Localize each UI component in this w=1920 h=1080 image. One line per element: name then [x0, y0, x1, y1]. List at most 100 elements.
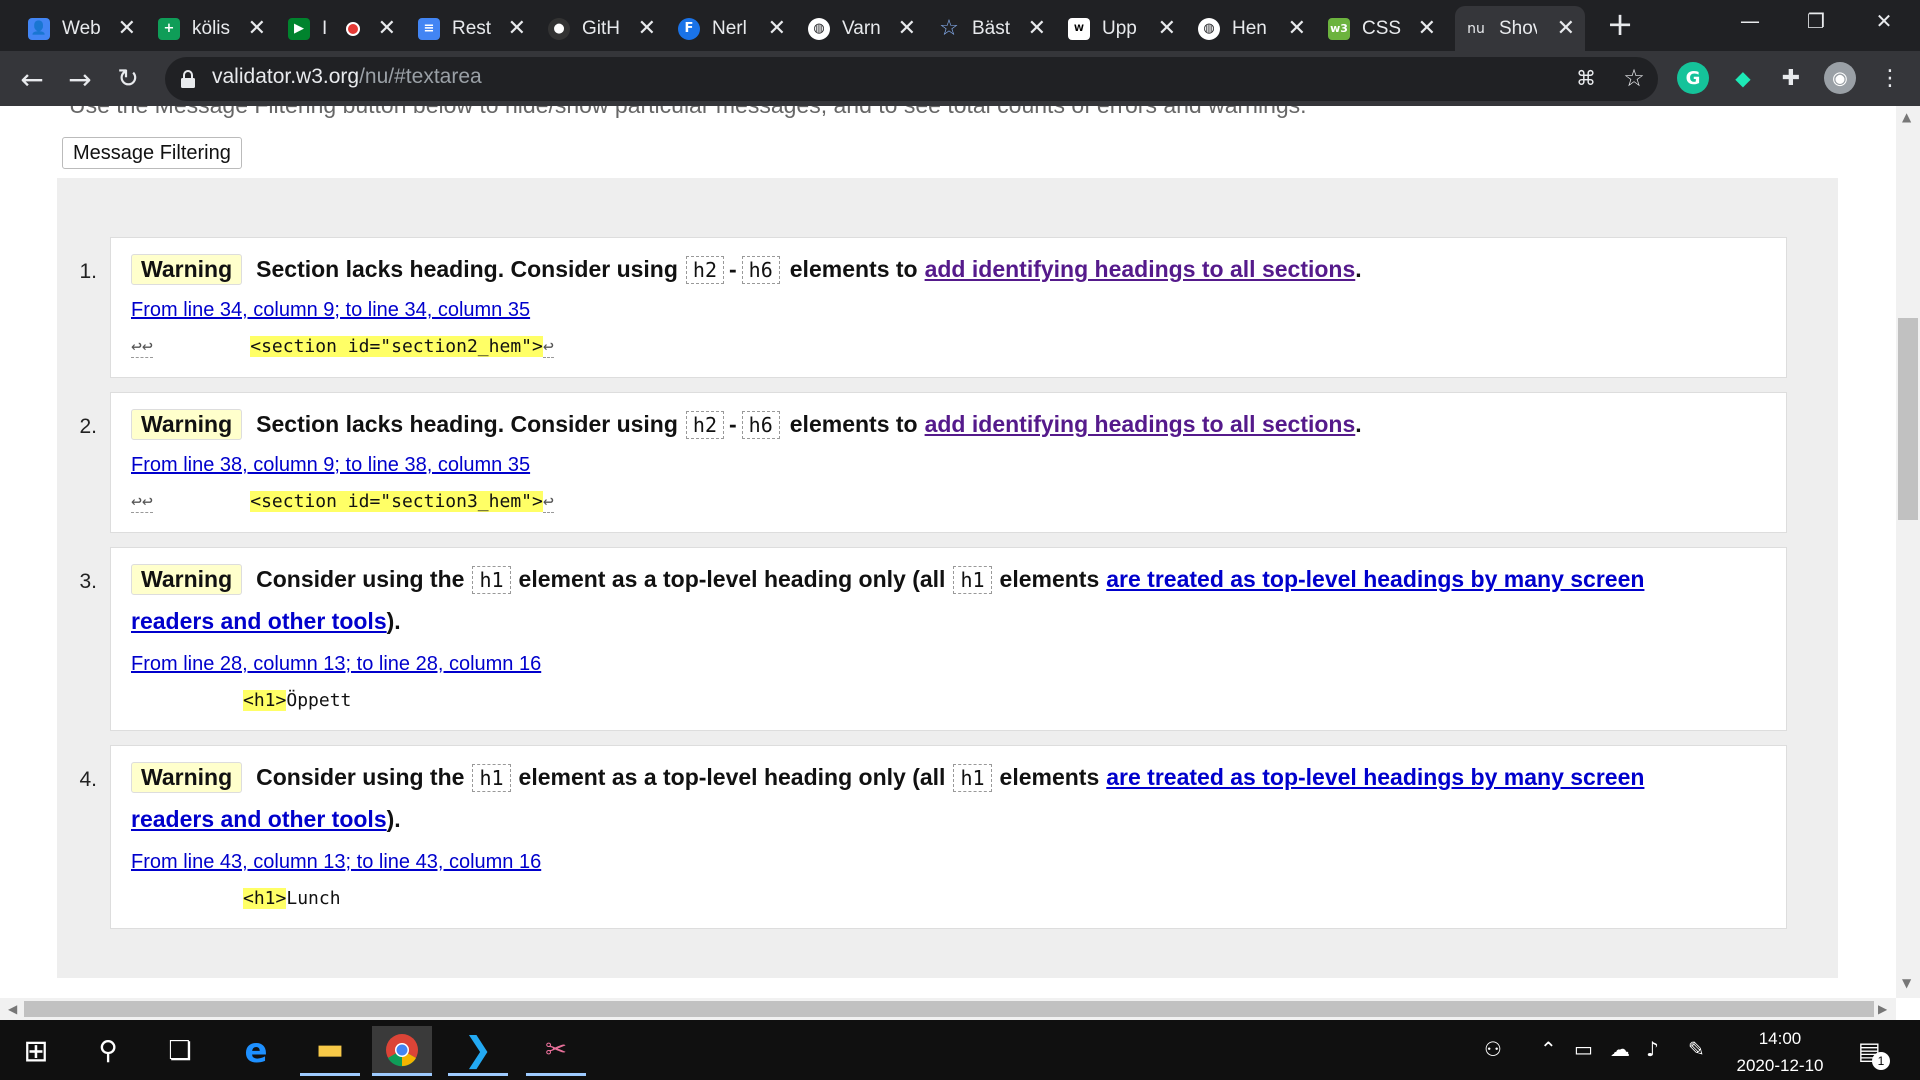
tab-validator-active[interactable]: nu Shov ✕ [1455, 6, 1585, 51]
onedrive-icon[interactable]: ☁ [1610, 1037, 1630, 1061]
close-tab-icon[interactable]: ✕ [898, 16, 916, 41]
message-text-b: elements to [789, 256, 918, 282]
url-text[interactable]: validator.w3.org/nu/#textarea [212, 65, 482, 89]
clock-time: 14:00 [1758, 1029, 1802, 1048]
people-icon[interactable]: ⚇ [1484, 1037, 1502, 1061]
edge-icon[interactable]: e [226, 1026, 286, 1076]
task-view-icon[interactable]: ❏ [150, 1026, 210, 1076]
close-tab-icon[interactable]: ✕ [1418, 16, 1436, 41]
code-h6: h6 [741, 410, 780, 439]
sheets-icon: + [158, 17, 180, 40]
tab-upp[interactable]: W Upp ✕ [1058, 6, 1186, 51]
message-number: 4. [79, 768, 97, 791]
vertical-scrollbar[interactable] [1896, 106, 1920, 998]
close-window-icon[interactable]: ✕ [1854, 0, 1914, 42]
screen-readers-link[interactable]: readers and other tools [131, 806, 387, 833]
horizontal-scroll-thumb[interactable] [24, 1001, 1874, 1017]
message-text-wrap: readers and other tools ). [131, 608, 401, 635]
close-tab-icon[interactable]: ✕ [768, 16, 786, 41]
tab-web[interactable]: 👤 Web ✕ [18, 6, 146, 51]
translate-icon[interactable]: ⌘ [1570, 62, 1602, 94]
close-tab-icon[interactable]: ✕ [638, 16, 656, 41]
system-clock[interactable]: 14:00 2020-12-10 [1720, 1025, 1840, 1079]
menu-kebab-icon[interactable]: ⋮ [1874, 62, 1906, 94]
search-icon[interactable]: ⚲ [78, 1026, 138, 1076]
close-tab-icon[interactable]: ✕ [508, 16, 526, 41]
line-feed-marker: ↩ [542, 336, 554, 358]
location-link[interactable]: From line 28, column 13; to line 28, col… [131, 653, 541, 676]
file-explorer-icon[interactable]: ▬ [300, 1026, 360, 1076]
vscode-icon[interactable]: ❯ [448, 1026, 508, 1076]
tab-title: Upp [1102, 17, 1137, 39]
battery-icon[interactable]: ▭ [1574, 1037, 1593, 1061]
vertical-scroll-thumb[interactable] [1898, 318, 1918, 520]
tab-meet[interactable]: ▶ I ✕ [278, 6, 406, 51]
scroll-down-icon[interactable]: ▼ [1902, 976, 1911, 990]
message-text-c: elements [999, 764, 1100, 790]
code-extract: <h1>Lunch [243, 888, 341, 909]
results-panel: 1. Warning Section lacks heading. Consid… [57, 178, 1838, 978]
scroll-left-icon[interactable]: ◀ [8, 1002, 17, 1016]
message-text-a: Section lacks heading. Consider using [256, 411, 678, 437]
tab-rest[interactable]: ≡ Rest ✕ [408, 6, 536, 51]
grammarly-icon[interactable]: G [1677, 62, 1709, 94]
minimize-icon[interactable]: — [1720, 0, 1780, 42]
location-link[interactable]: From line 43, column 13; to line 43, col… [131, 851, 541, 874]
scroll-right-icon[interactable]: ▶ [1878, 1002, 1887, 1016]
warning-badge: Warning [131, 564, 243, 595]
headings-sections-link[interactable]: add identifying headings to all sections [925, 411, 1356, 438]
headings-sections-link[interactable]: add identifying headings to all sections [925, 256, 1356, 283]
profile-avatar[interactable]: ◉ [1824, 62, 1856, 94]
code-h1: h1 [953, 763, 992, 792]
tab-bast[interactable]: ☆ Bäst ✕ [928, 6, 1056, 51]
code-h1: h1 [472, 763, 511, 792]
message-text-a: Consider using the [256, 764, 465, 790]
extensions-puzzle-icon[interactable]: ✚ [1775, 62, 1807, 94]
screen-readers-link[interactable]: readers and other tools [131, 608, 387, 635]
tab-nerl[interactable]: F Nerl ✕ [668, 6, 796, 51]
code-extract: ↩↩ <section id="section3_hem">↩ [131, 491, 554, 513]
forward-button[interactable]: → [62, 61, 98, 97]
tab-kolis[interactable]: + kölis ✕ [148, 6, 276, 51]
tab-title: Rest [452, 17, 492, 39]
chrome-taskbar-icon[interactable] [372, 1026, 432, 1076]
line-feed-marker: ↩↩ [131, 336, 153, 358]
message-item: 4. Warning Consider using the h1 element… [79, 745, 1787, 929]
tab-github[interactable]: ● GitH ✕ [538, 6, 666, 51]
snip-sketch-icon[interactable]: ✂ [526, 1026, 586, 1076]
message-filtering-button[interactable]: Message Filtering [62, 137, 242, 169]
screen-readers-link[interactable]: are treated as top-level headings by man… [1106, 566, 1644, 593]
url-host: validator.w3.org [212, 65, 360, 88]
extract-text: Lunch [286, 888, 341, 909]
new-tab-button[interactable]: + [1605, 8, 1635, 40]
restore-icon[interactable]: ❐ [1786, 0, 1846, 42]
tab-hen[interactable]: ◍ Hen ✕ [1188, 6, 1316, 51]
warning-badge: Warning [131, 409, 243, 440]
line-feed-marker: ↩↩ [131, 491, 153, 513]
close-tab-icon[interactable]: ✕ [118, 16, 136, 41]
show-hidden-icons[interactable]: ⌃ [1540, 1037, 1557, 1061]
close-tab-icon[interactable]: ✕ [1288, 16, 1306, 41]
close-tab-icon[interactable]: ✕ [1028, 16, 1046, 41]
scroll-up-icon[interactable]: ▲ [1902, 110, 1911, 124]
close-tab-icon[interactable]: ✕ [248, 16, 266, 41]
tab-title: Nerl [712, 17, 747, 39]
pen-icon[interactable]: ✎ [1688, 1037, 1705, 1061]
location-link[interactable]: From line 38, column 9; to line 38, colu… [131, 454, 530, 477]
reload-button[interactable]: ↻ [110, 61, 146, 97]
extension-drop-icon[interactable]: ◆ [1727, 62, 1759, 94]
bookmark-star-icon[interactable]: ☆ [1618, 62, 1650, 94]
tab-css[interactable]: w3 CSS ✕ [1318, 6, 1446, 51]
screen-readers-link[interactable]: are treated as top-level headings by man… [1106, 764, 1644, 791]
tab-varn[interactable]: ◍ Varn ✕ [798, 6, 926, 51]
volume-icon[interactable]: ♪ [1646, 1037, 1659, 1061]
message-item: 2. Warning Section lacks heading. Consid… [79, 392, 1787, 533]
close-tab-icon[interactable]: ✕ [1557, 16, 1575, 41]
back-button[interactable]: ← [14, 61, 50, 97]
message-text: Warning Section lacks heading. Consider … [131, 254, 1362, 285]
location-link[interactable]: From line 34, column 9; to line 34, colu… [131, 299, 530, 322]
close-tab-icon[interactable]: ✕ [378, 16, 396, 41]
windows-start-icon[interactable]: ⊞ [6, 1026, 66, 1076]
close-tab-icon[interactable]: ✕ [1158, 16, 1176, 41]
message-text-wrap: readers and other tools ). [131, 806, 401, 833]
